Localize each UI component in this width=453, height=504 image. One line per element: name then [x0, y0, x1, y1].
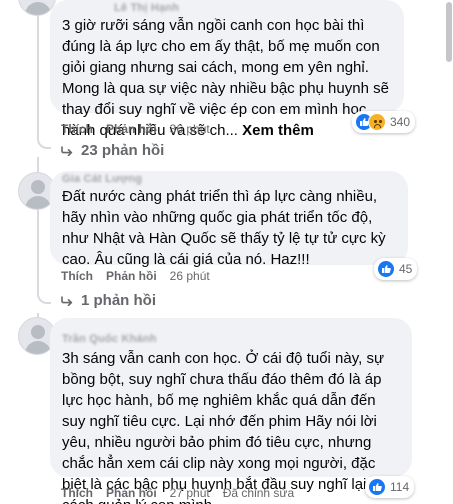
edited-label[interactable]: Đã chỉnh sửa	[223, 486, 294, 500]
comment-timestamp[interactable]: 36 phút	[170, 122, 210, 136]
reaction-summary[interactable]: 45	[374, 258, 418, 280]
reply-button[interactable]: Phản hồi	[106, 122, 157, 136]
sad-icon	[368, 113, 386, 131]
comment-bubble: Trần Quốc Khánh 3h sáng vẫn canh con học…	[50, 318, 412, 504]
comment-bubble: Gia Cát Lượng Đất nước càng phát triển t…	[50, 171, 408, 268]
comment-text: 3h sáng vẫn canh con học. Ở cái độ tuổi …	[62, 350, 384, 504]
comment-author[interactable]: Gia Cát Lượng	[62, 172, 396, 186]
comment-actions: Thích Phản hồi 26 phút	[61, 269, 223, 283]
comment-text-body: 3 giờ rưỡi sáng vẫn ngồi canh con học bà…	[62, 17, 389, 139]
replies-label: 1 phản hồi	[81, 292, 156, 309]
reply-button[interactable]: Phản hồi	[106, 269, 157, 283]
reaction-count: 114	[390, 480, 410, 494]
comment-actions: Thích Phản hồi 36 phút	[61, 122, 223, 136]
reaction-count: 340	[390, 115, 411, 129]
like-button[interactable]: Thích	[61, 269, 93, 283]
comment-timestamp[interactable]: 27 phút	[170, 486, 210, 500]
reply-button[interactable]: Phản hồi	[106, 486, 157, 500]
reply-arrow-icon	[61, 295, 73, 306]
thread-curve	[37, 290, 51, 304]
comment-text: Đất nước càng phát triển thì áp lực càng…	[62, 188, 386, 268]
thread-line	[37, 210, 39, 290]
comments-panel: Lê Thị Hạnh 3 giờ rưỡi sáng vẫn ngồi can…	[0, 0, 453, 504]
thread-curve	[37, 135, 51, 149]
comment-author[interactable]: Trần Quốc Khánh	[62, 332, 400, 346]
view-replies-button[interactable]: 23 phản hồi	[61, 142, 164, 159]
scrollbar-track[interactable]	[445, 0, 453, 504]
comment-author[interactable]: Lê Thị Hạnh	[114, 1, 392, 15]
view-replies-button[interactable]: 1 phản hồi	[61, 292, 156, 309]
comment-bubble: Lê Thị Hạnh 3 giờ rưỡi sáng vẫn ngồi can…	[50, 0, 404, 139]
replies-label: 23 phản hồi	[81, 142, 165, 159]
comment-timestamp[interactable]: 26 phút	[170, 269, 210, 283]
reaction-count: 45	[399, 262, 413, 276]
reaction-summary[interactable]: 114	[365, 476, 415, 498]
reaction-summary[interactable]: 340	[352, 111, 416, 133]
like-button[interactable]: Thích	[61, 486, 93, 500]
like-icon	[368, 478, 386, 496]
like-icon	[377, 260, 395, 278]
comment-actions: Thích Phản hồi 27 phút Đã chỉnh sửa	[61, 486, 307, 500]
thread-line	[37, 0, 39, 135]
reply-arrow-icon	[61, 145, 73, 156]
see-more-link[interactable]: Xem thêm	[242, 122, 314, 139]
like-button[interactable]: Thích	[61, 122, 93, 136]
scrollbar-thumb[interactable]	[446, 2, 452, 62]
